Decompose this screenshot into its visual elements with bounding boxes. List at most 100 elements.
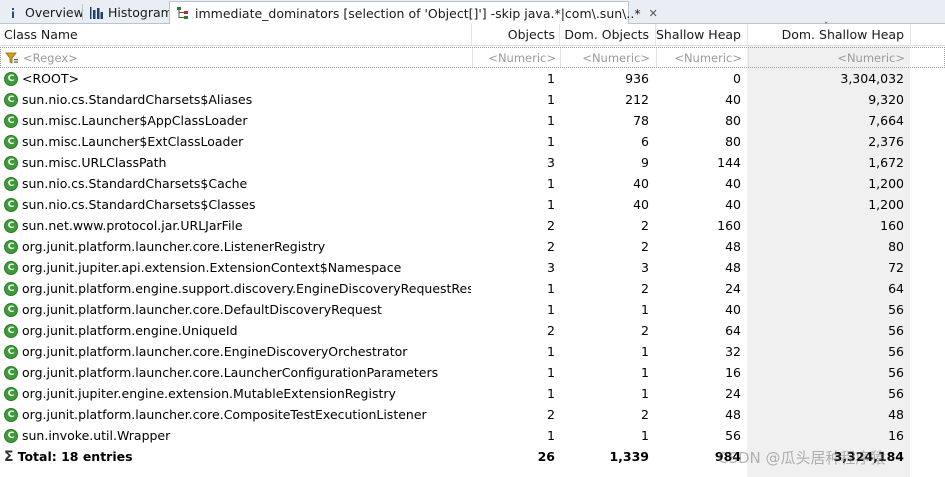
column-divider	[560, 48, 561, 67]
table-row[interactable]: Csun.invoke.util.Wrapper 1 1 56 16	[0, 425, 945, 446]
table-row[interactable]: Csun.net.www.protocol.jar.URLJarFile 2 2…	[0, 215, 945, 236]
table-row[interactable]: Csun.nio.cs.StandardCharsets$Classes 1 4…	[0, 194, 945, 215]
column-divider[interactable]	[747, 24, 748, 45]
dom-shallow-heap-value: 56	[888, 344, 904, 359]
dom-objects-value: 1	[641, 365, 649, 380]
class-icon: C	[4, 407, 18, 422]
shallow-heap-value: 24	[725, 386, 741, 401]
class-icon: C	[4, 239, 18, 254]
objects-value: 1	[547, 344, 555, 359]
dom-objects-value: 1	[641, 302, 649, 317]
table-row[interactable]: C <ROOT> 1 936 0 3,304,032	[0, 68, 945, 89]
table-row[interactable]: Csun.misc.Launcher$ExtClassLoader 1 6 80…	[0, 131, 945, 152]
objects-value: 1	[547, 428, 555, 443]
table-row[interactable]: Csun.misc.Launcher$AppClassLoader 1 78 8…	[0, 110, 945, 131]
sum-icon: Σ	[4, 448, 14, 465]
column-header-objects[interactable]: Objects	[471, 24, 559, 45]
column-divider	[472, 48, 473, 67]
dom-objects-value: 78	[633, 113, 649, 128]
table-row[interactable]: Corg.junit.platform.launcher.core.Engine…	[0, 341, 945, 362]
class-icon: C	[4, 260, 18, 275]
shallow-heap-value: 48	[725, 407, 741, 422]
class-name: sun.nio.cs.StandardCharsets$Classes	[22, 197, 256, 212]
dom-shallow-heap-value: 56	[888, 386, 904, 401]
class-name: org.junit.platform.launcher.core.EngineD…	[22, 344, 408, 359]
total-dom-objects: 1,339	[609, 449, 649, 464]
tab-label: Overview	[25, 5, 84, 20]
shallow-heap-value: 40	[725, 302, 741, 317]
table-row[interactable]: Corg.junit.platform.engine.support.disco…	[0, 278, 945, 299]
class-name: org.junit.platform.engine.UniqueId	[22, 323, 238, 338]
objects-value: 1	[547, 176, 555, 191]
class-name: sun.misc.Launcher$AppClassLoader	[22, 113, 248, 128]
class-name: sun.invoke.util.Wrapper	[22, 428, 171, 443]
objects-value: 2	[547, 218, 555, 233]
class-icon: C	[4, 113, 18, 128]
table-row[interactable]: Corg.junit.jupiter.api.extension.Extensi…	[0, 257, 945, 278]
shallow-heap-value: 16	[725, 365, 741, 380]
tab-overview[interactable]: Overview	[0, 1, 90, 24]
dom-objects-value: 6	[641, 134, 649, 149]
dom-shallow-heap-value: 9,320	[868, 92, 904, 107]
table-row[interactable]: Corg.junit.platform.launcher.core.Listen…	[0, 236, 945, 257]
objects-value: 1	[547, 302, 555, 317]
class-icon: C	[4, 323, 18, 338]
dom-objects-value: 3	[641, 260, 649, 275]
shallow-heap-value: 160	[717, 218, 741, 233]
table-row[interactable]: Corg.junit.platform.launcher.core.Defaul…	[0, 299, 945, 320]
tab-histogram[interactable]: Histogram	[83, 1, 179, 24]
class-name: sun.nio.cs.StandardCharsets$Cache	[22, 176, 248, 191]
class-icon: C	[4, 218, 18, 233]
shallow-heap-value: 32	[725, 344, 741, 359]
dom-shallow-heap-value: 160	[880, 218, 904, 233]
total-label: Total: 18 entries	[17, 449, 133, 464]
dom-shallow-heap-value: 56	[888, 302, 904, 317]
column-divider[interactable]	[559, 24, 560, 45]
histogram-icon	[89, 6, 103, 20]
class-icon: C	[4, 134, 18, 149]
objects-value: 1	[547, 281, 555, 296]
column-divider[interactable]	[655, 24, 656, 45]
class-name: <ROOT>	[22, 71, 79, 86]
column-header-shallow-heap[interactable]: Shallow Heap	[655, 24, 747, 45]
watermark: CSDN @瓜头居种程序猿	[718, 449, 886, 467]
shallow-heap-value: 40	[725, 197, 741, 212]
column-header-dom-objects[interactable]: Dom. Objects	[559, 24, 655, 45]
close-icon[interactable]: ✕	[649, 7, 658, 20]
total-objects: 26	[537, 449, 555, 464]
table-row[interactable]: Csun.nio.cs.StandardCharsets$Cache 1 40 …	[0, 173, 945, 194]
dom-shallow-heap-value: 56	[888, 365, 904, 380]
dom-objects-value: 9	[641, 155, 649, 170]
table-row[interactable]: Corg.junit.jupiter.engine.extension.Muta…	[0, 383, 945, 404]
objects-value: 3	[547, 260, 555, 275]
class-icon: C	[4, 176, 18, 191]
table-row[interactable]: Csun.nio.cs.StandardCharsets$Aliases 1 2…	[0, 89, 945, 110]
tab-immediate-dominators[interactable]: immediate_dominators [selection of 'Obje…	[169, 1, 658, 25]
table-row[interactable]: Csun.misc.URLClassPath 3 9 144 1,672	[0, 152, 945, 173]
dom-shallow-heap-value: 48	[888, 407, 904, 422]
column-divider[interactable]	[910, 24, 911, 45]
class-name-filter-input[interactable]: <Regex>	[1, 48, 472, 67]
dom-shallow-heap-value: 1,200	[868, 197, 904, 212]
shallow-heap-filter-input[interactable]: <Numeric>	[656, 48, 748, 67]
column-header-class-name[interactable]: Class Name	[0, 24, 471, 45]
column-divider[interactable]	[471, 24, 472, 45]
table-row[interactable]: Corg.junit.platform.launcher.core.Compos…	[0, 404, 945, 425]
objects-value: 1	[547, 197, 555, 212]
objects-filter-input[interactable]: <Numeric>	[472, 48, 560, 67]
tab-label: Histogram	[108, 5, 173, 20]
dom-objects-value: 1	[641, 344, 649, 359]
dom-shallow-heap-value: 3,304,032	[840, 71, 904, 86]
dom-shallow-heap-filter-input[interactable]: <Numeric>	[748, 48, 911, 67]
dom-objects-filter-input[interactable]: <Numeric>	[560, 48, 656, 67]
dom-objects-value: 2	[641, 281, 649, 296]
objects-value: 2	[547, 407, 555, 422]
dom-shallow-heap-value: 64	[888, 281, 904, 296]
shallow-heap-value: 24	[725, 281, 741, 296]
shallow-heap-value: 144	[717, 155, 741, 170]
class-name: sun.nio.cs.StandardCharsets$Aliases	[22, 92, 253, 107]
table-row[interactable]: Corg.junit.platform.engine.UniqueId 2 2 …	[0, 320, 945, 341]
class-name: org.junit.jupiter.api.extension.Extensio…	[22, 260, 402, 275]
dom-shallow-heap-value: 16	[888, 428, 904, 443]
table-row[interactable]: Corg.junit.platform.launcher.core.Launch…	[0, 362, 945, 383]
